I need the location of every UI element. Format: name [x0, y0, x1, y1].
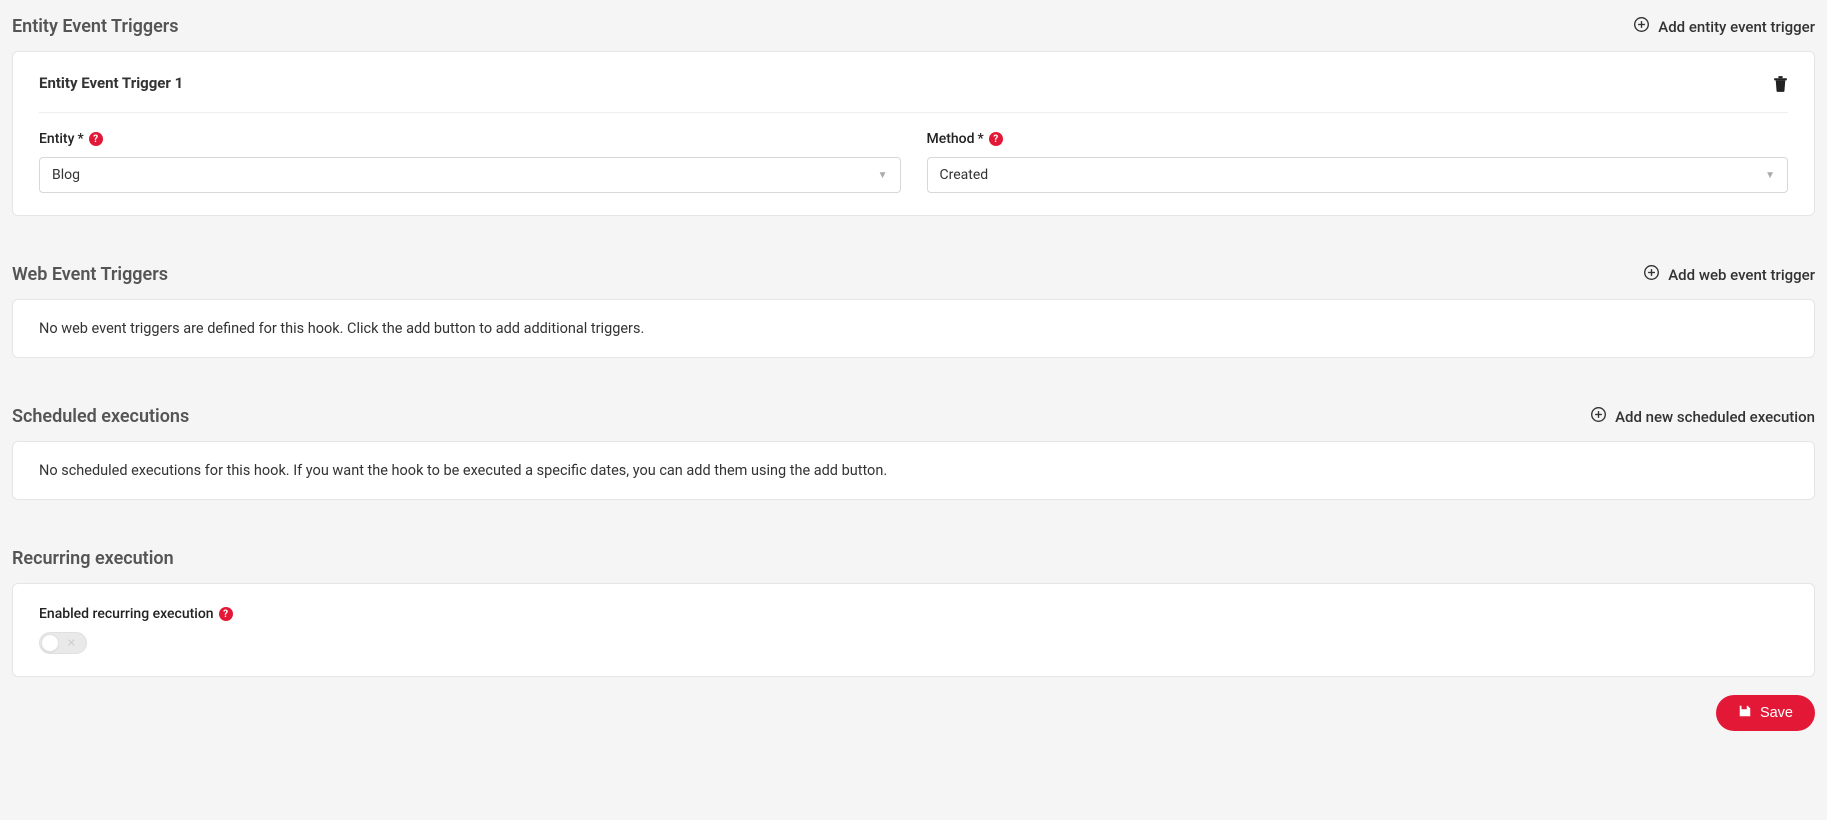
- add-entity-trigger-button[interactable]: Add entity event trigger: [1633, 16, 1815, 37]
- scheduled-empty-text: No scheduled executions for this hook. I…: [39, 462, 1788, 479]
- toggle-knob: [41, 634, 59, 652]
- add-web-trigger-button[interactable]: Add web event trigger: [1643, 264, 1815, 285]
- save-button-label: Save: [1760, 705, 1793, 721]
- recurring-toggle-label: Enabled recurring execution ?: [39, 606, 1788, 622]
- add-scheduled-label: Add new scheduled execution: [1615, 408, 1815, 426]
- method-select-value: Created: [940, 167, 989, 183]
- entity-label-text: Entity: [39, 131, 74, 147]
- entity-field-label: Entity * ?: [39, 131, 901, 147]
- save-button[interactable]: Save: [1716, 695, 1815, 731]
- recurring-toggle[interactable]: ✕: [39, 632, 87, 654]
- web-triggers-empty-text: No web event triggers are defined for th…: [39, 320, 1788, 337]
- plus-circle-icon: [1643, 264, 1660, 285]
- recurring-card: Enabled recurring execution ? ✕: [12, 583, 1815, 677]
- add-web-trigger-label: Add web event trigger: [1668, 266, 1815, 284]
- plus-circle-icon: [1590, 406, 1607, 427]
- chevron-down-icon: ▼: [878, 170, 888, 181]
- entity-select-value: Blog: [52, 167, 80, 183]
- divider: [39, 112, 1788, 113]
- required-star: *: [978, 131, 984, 147]
- add-scheduled-button[interactable]: Add new scheduled execution: [1590, 406, 1815, 427]
- chevron-down-icon: ▼: [1765, 170, 1775, 181]
- add-entity-trigger-label: Add entity event trigger: [1658, 18, 1815, 36]
- method-field-label: Method * ?: [927, 131, 1789, 147]
- scheduled-card: No scheduled executions for this hook. I…: [12, 441, 1815, 500]
- trash-icon: [1773, 75, 1788, 92]
- toggle-off-icon: ✕: [67, 637, 76, 650]
- entity-trigger-card: Entity Event Trigger 1 Entity * ?: [12, 51, 1815, 216]
- delete-entity-trigger-button[interactable]: [1773, 75, 1788, 92]
- method-select[interactable]: Created ▼: [927, 157, 1789, 193]
- recurring-title: Recurring execution: [12, 548, 174, 569]
- recurring-toggle-label-text: Enabled recurring execution: [39, 606, 214, 622]
- plus-circle-icon: [1633, 16, 1650, 37]
- help-icon[interactable]: ?: [989, 132, 1003, 146]
- required-star: *: [77, 131, 83, 147]
- web-triggers-title: Web Event Triggers: [12, 264, 168, 285]
- help-icon[interactable]: ?: [219, 607, 233, 621]
- save-icon: [1738, 704, 1752, 722]
- entity-triggers-title: Entity Event Triggers: [12, 16, 179, 37]
- web-triggers-card: No web event triggers are defined for th…: [12, 299, 1815, 358]
- method-label-text: Method: [927, 131, 975, 147]
- entity-trigger-heading: Entity Event Trigger 1: [39, 74, 183, 92]
- help-icon[interactable]: ?: [89, 132, 103, 146]
- entity-select[interactable]: Blog ▼: [39, 157, 901, 193]
- scheduled-title: Scheduled executions: [12, 406, 189, 427]
